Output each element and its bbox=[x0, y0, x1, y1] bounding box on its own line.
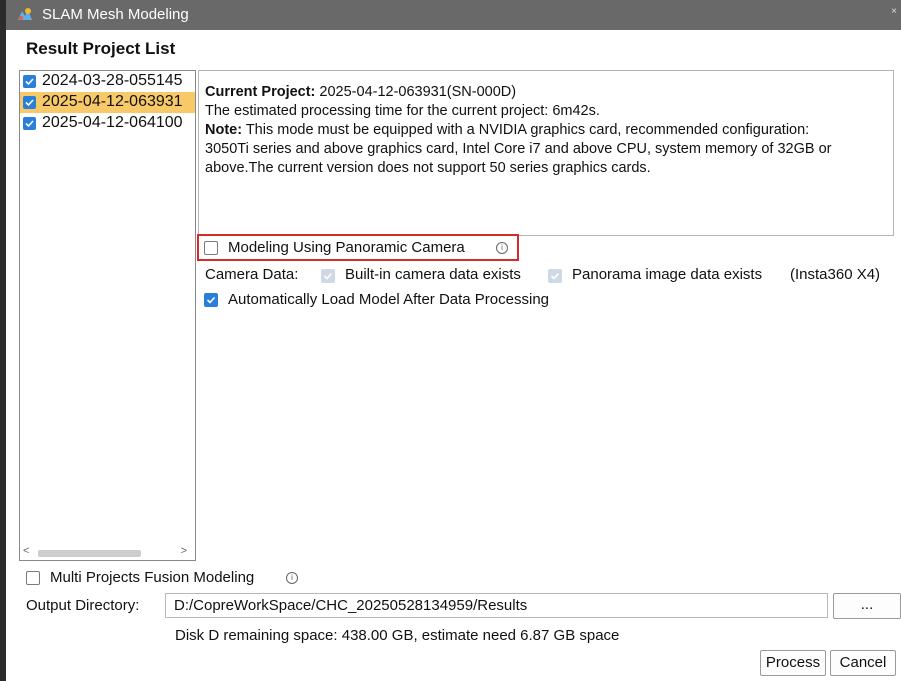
panoramic-camera-label: Modeling Using Panoramic Camera bbox=[228, 239, 465, 256]
fusion-modeling-label: Multi Projects Fusion Modeling bbox=[50, 569, 255, 586]
cancel-button[interactable]: Cancel bbox=[830, 650, 896, 676]
panorama-data-label: Panorama image data exists bbox=[572, 266, 763, 283]
project-label: 2025-04-12-063931 bbox=[42, 93, 183, 110]
horizontal-scrollbar[interactable]: < > bbox=[20, 545, 195, 560]
panoramic-camera-checkbox[interactable] bbox=[204, 241, 218, 255]
project-checkbox[interactable] bbox=[23, 75, 36, 88]
note-line: Note: This mode must be equipped with a … bbox=[205, 122, 810, 138]
panorama-data-checkbox bbox=[548, 269, 562, 283]
close-icon[interactable]: × bbox=[891, 6, 897, 17]
scroll-left-icon[interactable]: < bbox=[23, 545, 29, 557]
project-item[interactable]: 2025-04-12-064100 bbox=[20, 113, 195, 134]
browse-button[interactable]: ... bbox=[833, 593, 901, 619]
device-label: (Insta360 X4) bbox=[790, 266, 881, 283]
output-directory-label: Output Directory: bbox=[26, 597, 140, 614]
project-label: 2025-04-12-064100 bbox=[42, 114, 183, 131]
project-item[interactable]: 2024-03-28-055145 bbox=[20, 71, 195, 92]
estimated-time-line: The estimated processing time for the cu… bbox=[205, 103, 600, 119]
output-directory-field[interactable]: D:/CopreWorkSpace/CHC_20250528134959/Res… bbox=[165, 593, 828, 618]
project-info-panel: Current Project: 2025-04-12-063931(SN-00… bbox=[198, 70, 894, 236]
info-icon[interactable]: i bbox=[286, 572, 298, 584]
process-button[interactable]: Process bbox=[760, 650, 826, 676]
output-directory-value: D:/CopreWorkSpace/CHC_20250528134959/Res… bbox=[174, 597, 528, 614]
info-icon[interactable]: i bbox=[496, 242, 508, 254]
project-checkbox[interactable] bbox=[23, 96, 36, 109]
fusion-modeling-checkbox[interactable] bbox=[26, 571, 40, 585]
current-project-line: Current Project: 2025-04-12-063931(SN-00… bbox=[205, 83, 889, 102]
project-item-selected[interactable]: 2025-04-12-063931 bbox=[20, 92, 195, 113]
builtin-camera-checkbox bbox=[321, 269, 335, 283]
window-title: SLAM Mesh Modeling bbox=[42, 6, 189, 23]
scroll-right-icon[interactable]: > bbox=[181, 545, 187, 557]
auto-load-label: Automatically Load Model After Data Proc… bbox=[228, 291, 549, 308]
project-label: 2024-03-28-055145 bbox=[42, 72, 183, 89]
slam-app-icon bbox=[18, 8, 32, 20]
disk-space-info: Disk D remaining space: 438.00 GB, estim… bbox=[175, 627, 620, 644]
current-project-value: 2025-04-12-063931(SN-000D) bbox=[315, 84, 517, 100]
project-checkbox[interactable] bbox=[23, 117, 36, 130]
window-left-edge bbox=[0, 0, 6, 681]
camera-data-label: Camera Data: bbox=[205, 266, 299, 283]
note-line-3: above.The current version does not suppo… bbox=[205, 160, 651, 176]
result-project-list-heading: Result Project List bbox=[26, 39, 176, 58]
project-list[interactable]: 2024-03-28-055145 2025-04-12-063931 2025… bbox=[19, 70, 196, 561]
note-label: Note: bbox=[205, 122, 243, 138]
title-bar[interactable]: SLAM Mesh Modeling × bbox=[6, 0, 901, 30]
note-line-2: 3050Ti series and above graphics card, I… bbox=[205, 141, 832, 157]
auto-load-checkbox[interactable] bbox=[204, 293, 218, 307]
scrollbar-thumb[interactable] bbox=[38, 550, 141, 557]
current-project-label: Current Project: bbox=[205, 84, 316, 100]
builtin-camera-label: Built-in camera data exists bbox=[345, 266, 521, 283]
